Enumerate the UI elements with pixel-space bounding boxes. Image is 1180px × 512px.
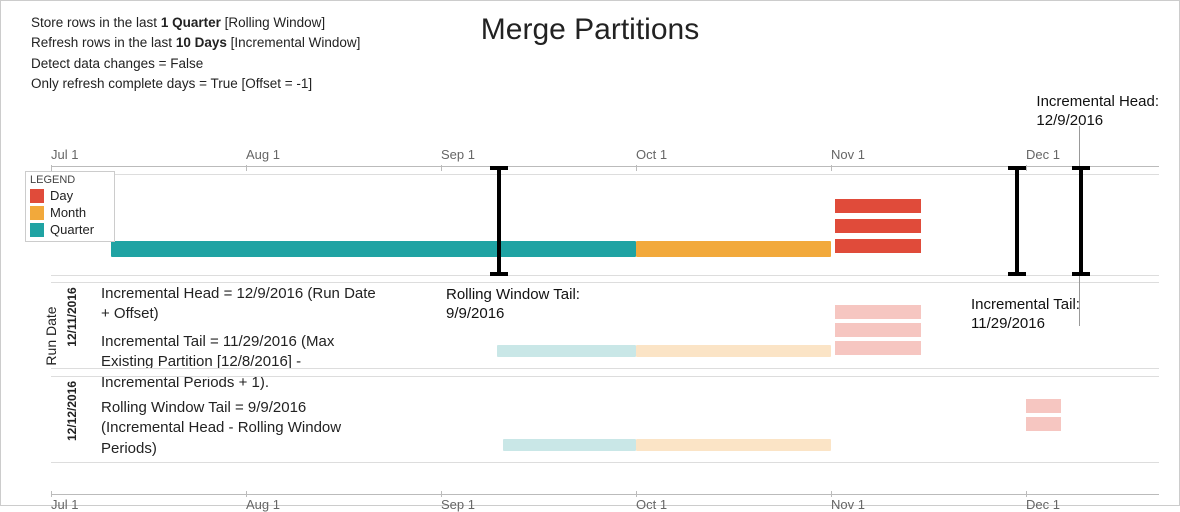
- day-square: [911, 323, 921, 337]
- axis-tick: Dec 1: [1026, 147, 1116, 162]
- chart-body: Run Date Rolling Window Tail: 9/9/2016 I…: [51, 166, 1159, 475]
- config-line-3: Detect data changes = False: [31, 54, 360, 74]
- axis-tick: Nov 1: [831, 147, 921, 162]
- axis-tick: Aug 1: [246, 497, 336, 512]
- axis-tick: Dec 1: [1026, 497, 1116, 512]
- axis-tick: Aug 1: [246, 147, 336, 162]
- axis-tick: Jul 1: [51, 147, 141, 162]
- run-date-label-2: 12/12/2016: [65, 371, 79, 451]
- legend-item-quarter: Quarter: [30, 222, 110, 237]
- legend-swatch-month: [30, 206, 44, 220]
- diagram-canvas: Merge Partitions Store rows in the last …: [0, 0, 1180, 506]
- legend-item-day: Day: [30, 188, 110, 203]
- bar-month: [636, 241, 831, 257]
- axis-tick: Nov 1: [831, 497, 921, 512]
- legend-item-month: Month: [30, 205, 110, 220]
- axis-tick: Oct 1: [636, 497, 726, 512]
- bar-quarter-faded: [497, 345, 636, 357]
- run-date-label-1: 12/11/2016: [65, 277, 79, 357]
- axis-bottom: Jul 1 Aug 1 Sep 1 Oct 1 Nov 1 Dec 1: [51, 494, 1159, 495]
- axis-tick: Jul 1: [51, 497, 141, 512]
- axis-tick: Sep 1: [441, 147, 531, 162]
- marker-rolling-tail: [497, 168, 501, 274]
- config-line-2: Refresh rows in the last 10 Days [Increm…: [31, 33, 360, 53]
- axis-tick: Oct 1: [636, 147, 726, 162]
- config-line-1: Store rows in the last 1 Quarter [Rollin…: [31, 13, 360, 33]
- lane-run-2: 12/12/2016: [51, 376, 1159, 463]
- bar-quarter: [111, 241, 636, 257]
- bar-quarter-faded: [503, 439, 636, 451]
- legend-swatch-quarter: [30, 223, 44, 237]
- day-square: [911, 305, 921, 319]
- bar-month-faded: [636, 345, 831, 357]
- bar-month-faded: [636, 439, 831, 451]
- lane-run-main: [51, 174, 1159, 276]
- marker-incremental-head: [1079, 168, 1083, 274]
- marker-incremental-tail: [1015, 168, 1019, 274]
- lane-run-1: 12/11/2016: [51, 282, 1159, 369]
- annotation-incremental-head: Incremental Head: 12/9/2016: [1036, 93, 1159, 131]
- legend-swatch-day: [30, 189, 44, 203]
- day-square: [1051, 399, 1061, 413]
- day-square: [911, 219, 921, 233]
- config-line-4: Only refresh complete days = True [Offse…: [31, 74, 360, 94]
- day-square: [911, 239, 921, 253]
- legend: LEGEND Day Month Quarter: [25, 171, 115, 242]
- config-block: Store rows in the last 1 Quarter [Rollin…: [31, 13, 360, 94]
- legend-header: LEGEND: [30, 174, 110, 186]
- day-square: [911, 341, 921, 355]
- axis-tick: Sep 1: [441, 497, 531, 512]
- day-square: [1051, 417, 1061, 431]
- day-square: [911, 199, 921, 213]
